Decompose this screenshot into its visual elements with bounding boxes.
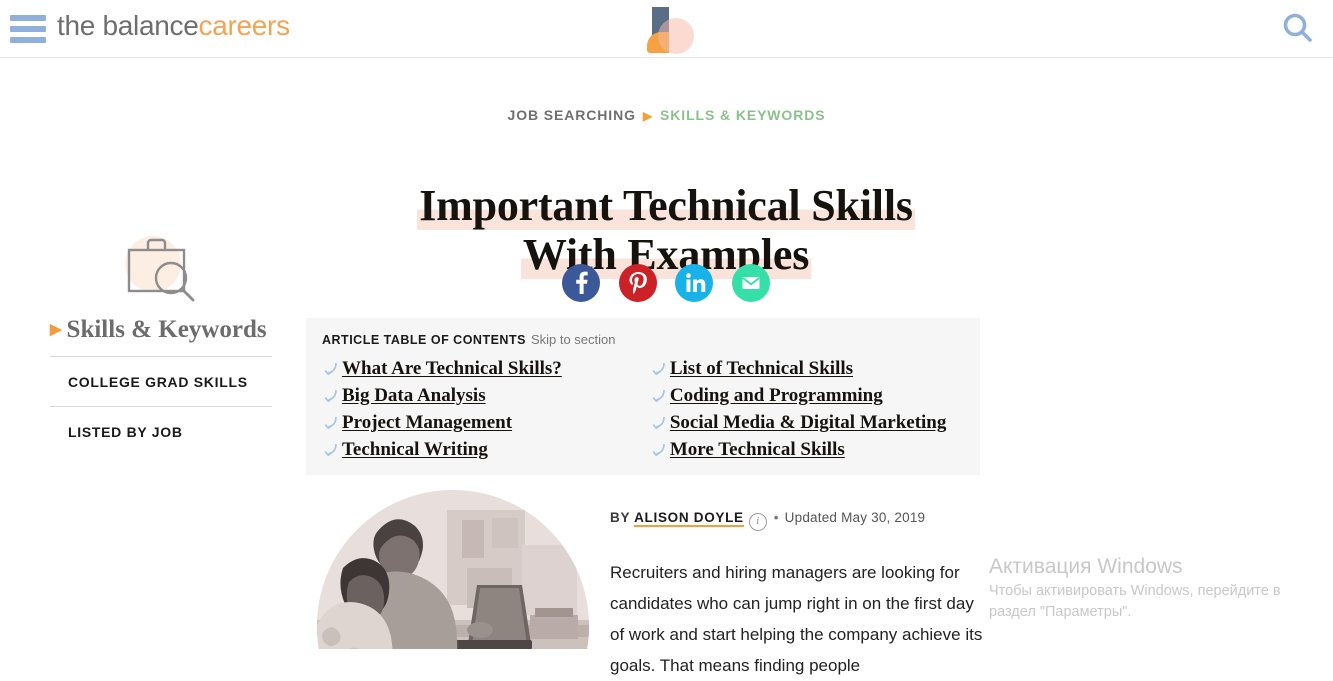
people-working-at-computers-photo — [317, 490, 589, 649]
toc-item[interactable]: Project Management — [322, 409, 650, 436]
curved-down-arrow-icon — [324, 443, 337, 456]
breadcrumb-parent-link[interactable]: JOB SEARCHING — [508, 107, 636, 123]
toc-item-label: More Technical Skills — [669, 438, 845, 460]
hero-photo-illustration — [317, 490, 589, 649]
toc-item[interactable]: Coding and Programming — [650, 382, 964, 409]
sidebar-category-title[interactable]: ▶ Skills & Keywords — [50, 316, 272, 356]
toc-right-column: List of Technical Skills Coding and Prog… — [650, 355, 964, 463]
hero-peach-circle — [317, 490, 589, 649]
toc-item[interactable]: More Technical Skills — [650, 436, 964, 463]
toc-item[interactable]: Technical Writing — [322, 436, 650, 463]
toc-item-label: List of Technical Skills — [669, 357, 854, 379]
toc-item[interactable]: What Are Technical Skills? — [322, 355, 650, 382]
curved-down-arrow-icon — [324, 416, 337, 429]
toc-item-label: Big Data Analysis — [342, 384, 486, 406]
hamburger-bar — [10, 37, 46, 43]
toc-heading-row: ARTICLE TABLE OF CONTENTS Skip to section — [322, 332, 964, 347]
brand-careers: careers — [198, 10, 291, 41]
toc-columns: What Are Technical Skills? Big Data Anal… — [322, 355, 964, 463]
info-icon[interactable]: i — [748, 513, 767, 531]
sidebar-category-icon-wrap — [50, 232, 272, 310]
brand-the: the — [57, 10, 103, 41]
hamburger-menu-button[interactable] — [10, 15, 46, 43]
curved-down-arrow-icon — [652, 416, 665, 429]
sidebar: ▶ Skills & Keywords COLLEGE GRAD SKILLS L… — [50, 232, 272, 456]
toc-left-column: What Are Technical Skills? Big Data Anal… — [322, 355, 650, 463]
envelope-icon — [741, 277, 760, 289]
hamburger-bar — [10, 26, 46, 32]
sidebar-item-listed-by-job[interactable]: LISTED BY JOB — [50, 406, 272, 456]
linkedin-icon — [686, 273, 706, 292]
toc-item-label: What Are Technical Skills? — [342, 357, 562, 379]
search-icon — [1283, 13, 1312, 42]
byline: BY ALISON DOYLE i • Updated May 30, 2019 — [610, 510, 925, 531]
breadcrumb-arrow-icon: ▶ — [642, 109, 654, 123]
curved-down-arrow-icon — [324, 389, 337, 402]
brand-balance: balance — [102, 10, 199, 41]
linkedin-share-button[interactable] — [675, 264, 714, 302]
pinterest-share-button[interactable] — [618, 264, 657, 302]
toc-item-label: Project Management — [342, 411, 513, 433]
byline-by-label: BY — [610, 510, 631, 525]
watermark-line-2: раздел "Параметры". — [989, 604, 1132, 620]
windows-activation-watermark: Активация Windows Чтобы активировать Win… — [989, 553, 1319, 623]
curved-down-arrow-icon — [652, 362, 665, 375]
toc-item[interactable]: List of Technical Skills — [650, 355, 964, 382]
toc-item-label: Technical Writing — [342, 438, 488, 460]
social-share-row — [316, 264, 1016, 302]
toc-skip-to-section-label: Skip to section — [530, 332, 616, 347]
breadcrumb: JOB SEARCHING ▶ SKILLS & KEYWORDS — [0, 107, 1333, 123]
toc-item[interactable]: Social Media & Digital Marketing — [650, 409, 964, 436]
logo-peach-circle — [658, 18, 694, 54]
sidebar-item-college-grad-skills[interactable]: COLLEGE GRAD SKILLS — [50, 356, 272, 406]
toc-item-label: Coding and Programming — [669, 384, 883, 406]
search-button[interactable] — [1277, 8, 1319, 50]
article-first-paragraph: Recruiters and hiring managers are looki… — [610, 563, 983, 675]
email-share-button[interactable] — [731, 264, 770, 302]
toc-heading: ARTICLE TABLE OF CONTENTS — [322, 333, 526, 347]
balance-b-logo-icon[interactable] — [640, 2, 696, 56]
briefcase-search-icon — [127, 238, 195, 302]
watermark-title: Активация Windows — [989, 555, 1183, 578]
sidebar-category-label: Skills & Keywords — [66, 316, 267, 343]
curved-down-arrow-icon — [324, 362, 337, 375]
breadcrumb-current-link[interactable]: SKILLS & KEYWORDS — [660, 107, 825, 123]
page-title-line-1: Important Technical Skills — [417, 181, 915, 231]
triangle-right-icon: ▶ — [50, 322, 62, 338]
toc-item-label: Social Media & Digital Marketing — [669, 411, 947, 433]
byline-dot: • — [773, 510, 779, 525]
pinterest-icon — [629, 272, 647, 295]
facebook-icon — [576, 271, 588, 294]
article-hero-image — [305, 490, 590, 649]
curved-down-arrow-icon — [652, 443, 665, 456]
hamburger-bar — [10, 15, 46, 21]
curved-down-arrow-icon — [652, 389, 665, 402]
updated-date: Updated May 30, 2019 — [784, 510, 926, 525]
author-link[interactable]: ALISON DOYLE — [634, 510, 744, 527]
watermark-line-1: Чтобы активировать Windows, перейдите в — [989, 583, 1281, 599]
site-logo-wordmark[interactable]: the balancecareers — [57, 10, 290, 42]
toc-item[interactable]: Big Data Analysis — [322, 382, 650, 409]
site-header: the balancecareers — [0, 0, 1333, 58]
facebook-share-button[interactable] — [562, 264, 601, 302]
article-table-of-contents: ARTICLE TABLE OF CONTENTS Skip to section… — [306, 318, 980, 475]
